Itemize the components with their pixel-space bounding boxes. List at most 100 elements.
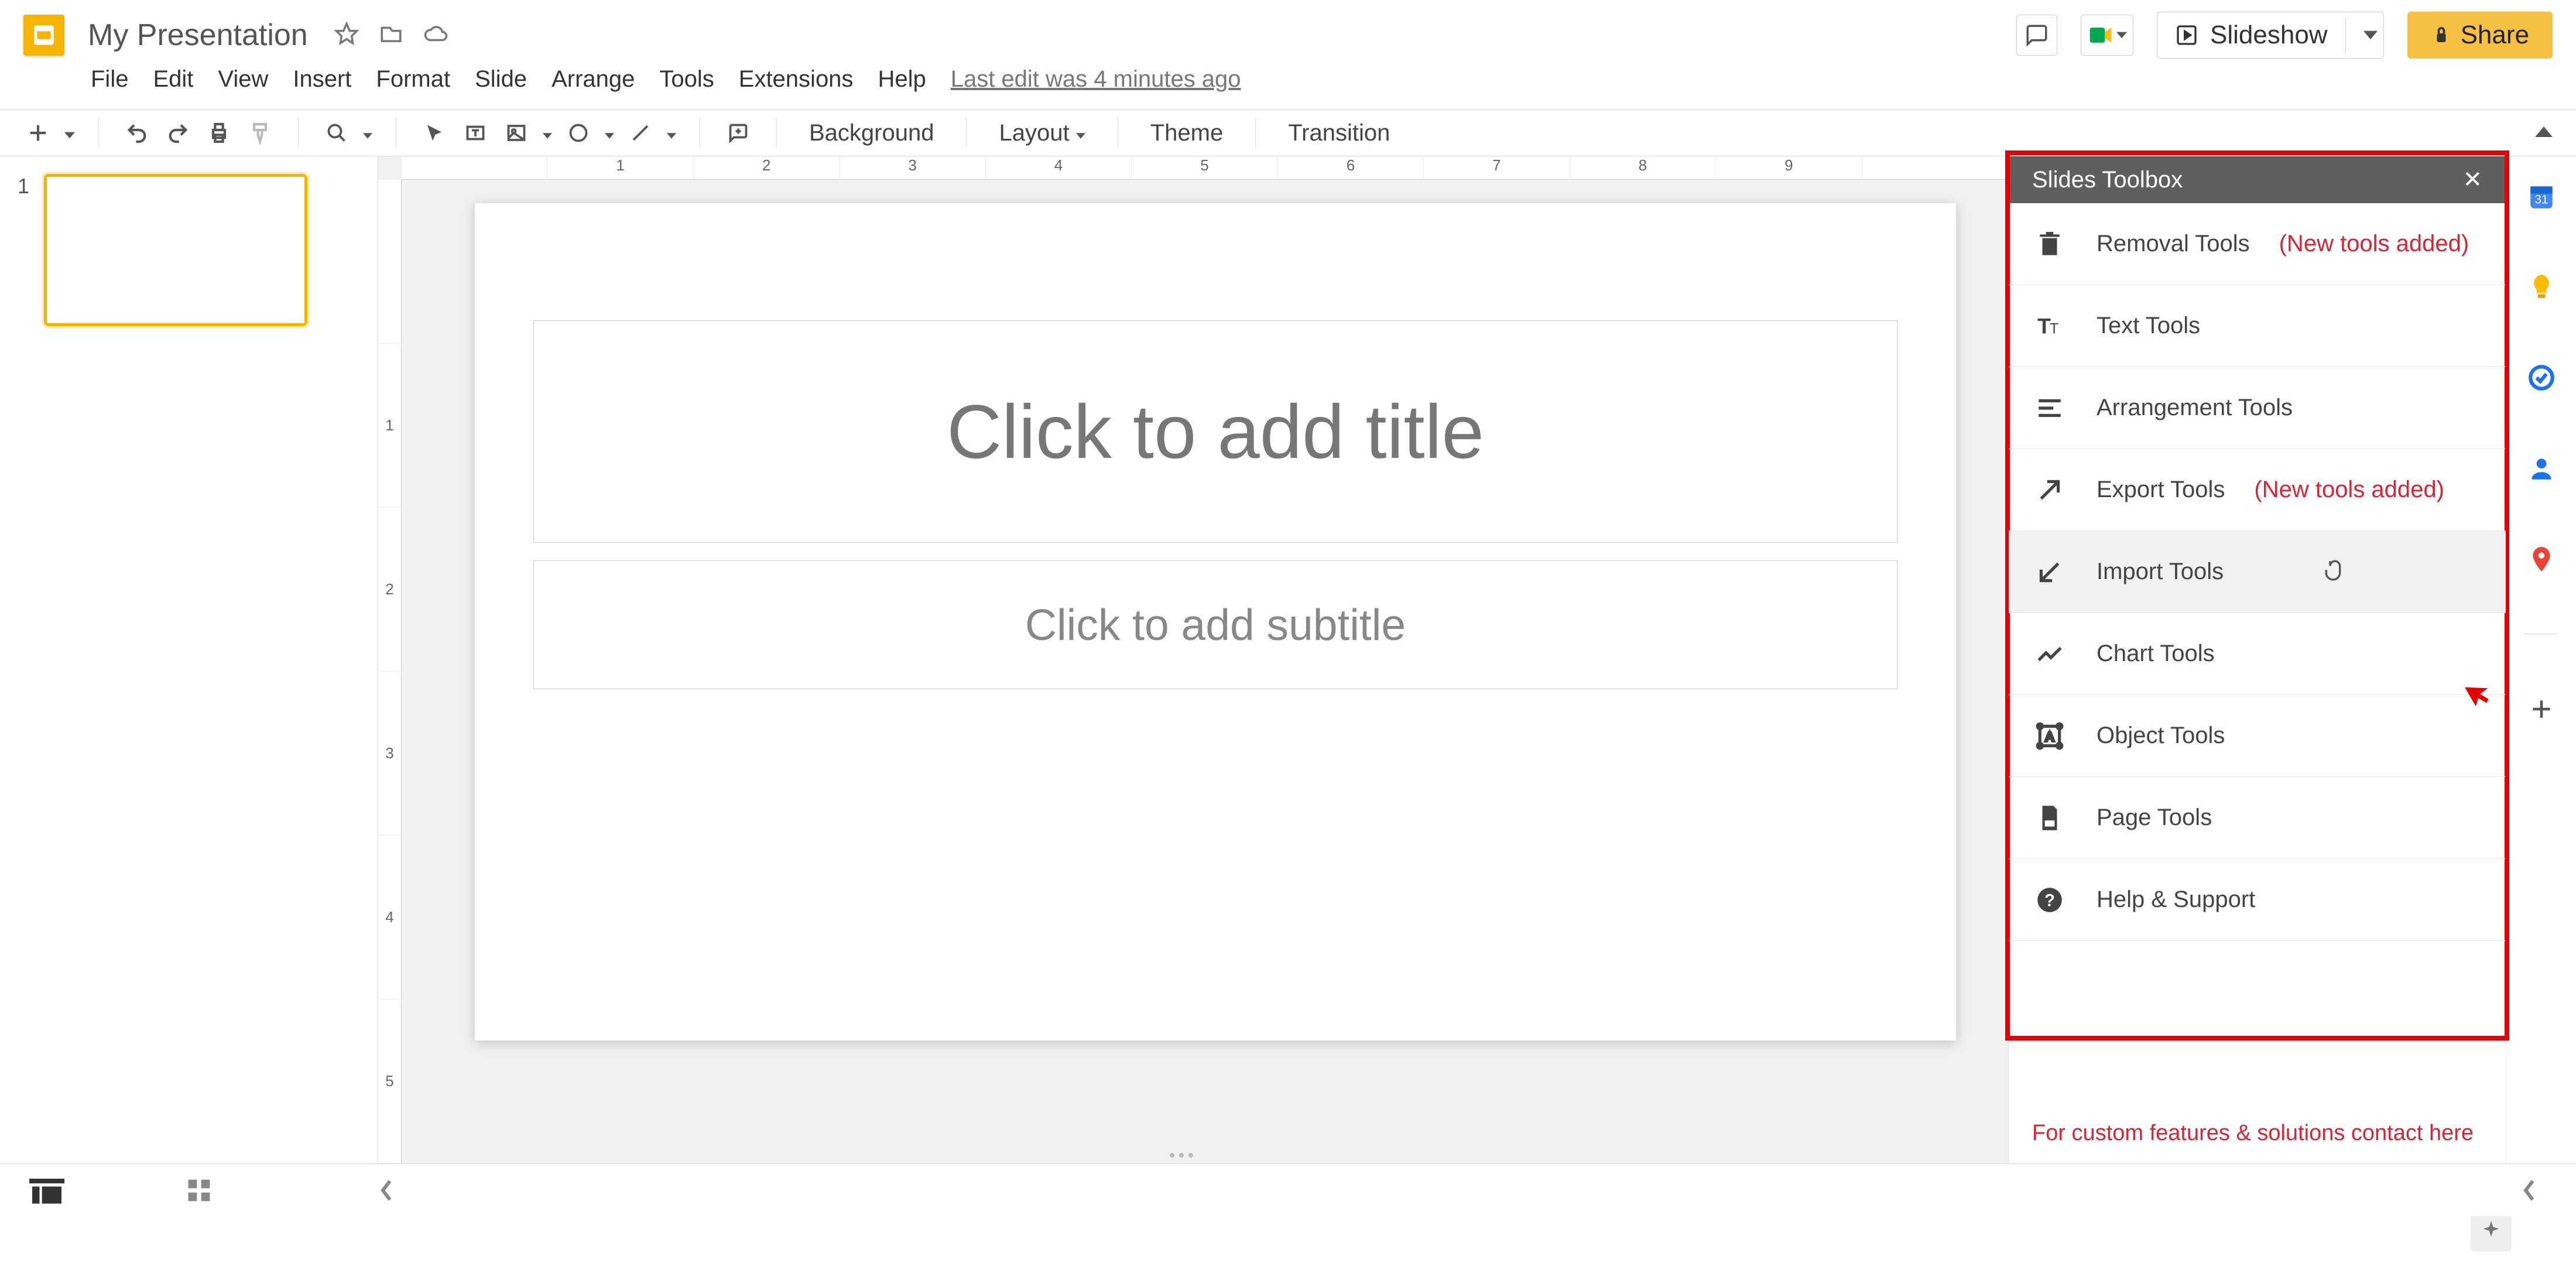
text-icon: TT xyxy=(2032,309,2067,344)
close-icon[interactable]: ✕ xyxy=(2462,166,2482,193)
vertical-ruler: 12345 xyxy=(378,180,402,1163)
chevron-down-icon[interactable] xyxy=(605,120,614,146)
cloud-icon[interactable] xyxy=(424,22,448,46)
side-panel: 31 xyxy=(2506,156,2576,1163)
addon-panel: Slides Toolbox ✕ Removal Tools (New tool… xyxy=(2008,156,2506,1163)
calendar-icon[interactable]: 31 xyxy=(2525,180,2557,212)
tool-item-help-support[interactable]: ?Help & Support xyxy=(2009,859,2506,941)
layout-button[interactable]: Layout xyxy=(990,120,1094,146)
title-placeholder-text: Click to add title xyxy=(947,388,1484,475)
title-right: Slideshow Share xyxy=(2016,12,2553,59)
slide[interactable]: Click to add title Click to add subtitle xyxy=(475,203,1956,1040)
slide-thumbnail[interactable] xyxy=(44,174,307,326)
share-button[interactable]: Share xyxy=(2407,12,2553,59)
select-tool[interactable] xyxy=(420,118,449,148)
last-edit[interactable]: Last edit was 4 minutes ago xyxy=(951,66,1241,93)
tool-item-chart-tools[interactable]: Chart Tools xyxy=(2009,613,2506,695)
line-tool[interactable] xyxy=(626,118,655,148)
svg-text:?: ? xyxy=(2044,891,2055,910)
explore-button[interactable] xyxy=(2471,1210,2512,1251)
meet-button[interactable] xyxy=(2081,15,2133,56)
new-slide-button[interactable] xyxy=(23,118,53,148)
background-button[interactable]: Background xyxy=(800,120,943,146)
tool-item-export-tools[interactable]: Export Tools (New tools added) xyxy=(2009,449,2506,531)
tool-item-object-tools[interactable]: A Object Tools xyxy=(2009,695,2506,777)
menu-slide[interactable]: Slide xyxy=(475,66,527,93)
chevron-down-icon[interactable] xyxy=(363,120,372,146)
chevron-down-icon[interactable] xyxy=(64,120,75,146)
comments-button[interactable] xyxy=(2016,15,2057,56)
tool-item-page-tools[interactable]: Page Tools xyxy=(2009,777,2506,859)
menu-arrange[interactable]: Arrange xyxy=(551,66,635,93)
slides-logo[interactable] xyxy=(23,15,64,56)
tool-item-import-tools[interactable]: Import Tools xyxy=(2009,531,2506,613)
theme-button[interactable]: Theme xyxy=(1142,120,1232,146)
undo-button[interactable] xyxy=(122,118,152,148)
menu-format[interactable]: Format xyxy=(376,66,450,93)
annotation-arrow-icon xyxy=(2464,676,2493,706)
grid-view-button[interactable] xyxy=(181,1179,217,1202)
menu-tools[interactable]: Tools xyxy=(659,66,714,93)
notes-drag-handle[interactable] xyxy=(1170,1153,1217,1159)
chevron-down-icon[interactable] xyxy=(2363,28,2378,42)
tool-label: Text Tools xyxy=(2097,313,2200,339)
menu-file[interactable]: File xyxy=(91,66,128,93)
star-icon[interactable] xyxy=(334,22,359,46)
menu-help[interactable]: Help xyxy=(878,66,926,93)
subtitle-placeholder[interactable]: Click to add subtitle xyxy=(533,560,1897,689)
comment-tool[interactable] xyxy=(724,118,753,148)
textbox-tool[interactable] xyxy=(461,118,490,148)
filmstrip-view-button[interactable] xyxy=(29,1179,64,1202)
slideshow-button[interactable]: Slideshow xyxy=(2157,12,2384,59)
menu-insert[interactable]: Insert xyxy=(293,66,351,93)
doc-title[interactable]: My Presentation xyxy=(88,18,308,53)
header: My Presentation Slideshow Share xyxy=(0,0,2576,109)
tool-label: Object Tools xyxy=(2097,723,2225,749)
print-button[interactable] xyxy=(204,118,234,148)
addon-footer[interactable]: For custom features & solutions contact … xyxy=(2009,1103,2506,1163)
toolbar: Background Layout Theme Transition xyxy=(0,109,2576,156)
export-icon xyxy=(2032,473,2067,508)
svg-text:T: T xyxy=(2050,320,2058,337)
chevron-down-icon[interactable] xyxy=(543,120,552,146)
tool-item-arrangement-tools[interactable]: Arrangement Tools xyxy=(2009,367,2506,449)
import-icon xyxy=(2032,555,2067,590)
expand-sidepanel-button[interactable] xyxy=(2512,1179,2547,1202)
contacts-icon[interactable] xyxy=(2525,452,2557,484)
menu-edit[interactable]: Edit xyxy=(153,66,193,93)
chevron-down-icon[interactable] xyxy=(667,120,676,146)
add-addon-button[interactable] xyxy=(2525,693,2557,725)
move-icon[interactable] xyxy=(379,22,403,46)
title-placeholder[interactable]: Click to add title xyxy=(533,320,1897,543)
paint-format-button[interactable] xyxy=(245,118,275,148)
addon-title: Slides Toolbox xyxy=(2032,167,2183,193)
title-row: My Presentation Slideshow Share xyxy=(23,12,2553,59)
image-tool[interactable] xyxy=(502,118,531,148)
maps-icon[interactable] xyxy=(2525,543,2557,575)
svg-text:T: T xyxy=(2037,313,2051,338)
collapse-toolbar-button[interactable] xyxy=(2535,120,2553,146)
delete-icon xyxy=(2032,227,2067,262)
svg-text:31: 31 xyxy=(2534,193,2548,206)
menu-view[interactable]: View xyxy=(218,66,268,93)
new-tools-badge: (New tools added) xyxy=(2254,477,2444,503)
transition-button[interactable]: Transition xyxy=(1279,120,1399,146)
tasks-icon[interactable] xyxy=(2525,361,2557,393)
menu-extensions[interactable]: Extensions xyxy=(739,66,854,93)
tool-item-text-tools[interactable]: TT Text Tools xyxy=(2009,285,2506,367)
filmstrip[interactable]: 1 xyxy=(0,156,378,1163)
tool-label: Chart Tools xyxy=(2097,641,2215,667)
tool-label: Import Tools xyxy=(2097,559,2224,585)
canvas[interactable]: 123456789 12345 Click to add title Click… xyxy=(378,156,2008,1163)
slideshow-label: Slideshow xyxy=(2210,20,2328,50)
object-icon: A xyxy=(2032,718,2067,754)
tool-list: Removal Tools (New tools added) TT Text To… xyxy=(2009,203,2506,1103)
shape-tool[interactable] xyxy=(564,118,593,148)
keep-icon[interactable] xyxy=(2525,271,2557,303)
share-label: Share xyxy=(2461,20,2529,50)
tool-label: Page Tools xyxy=(2097,805,2212,831)
zoom-button[interactable] xyxy=(322,118,351,148)
redo-button[interactable] xyxy=(163,118,193,148)
collapse-filmstrip-button[interactable] xyxy=(369,1179,404,1202)
tool-item-removal-tools[interactable]: Removal Tools (New tools added) xyxy=(2009,203,2506,285)
